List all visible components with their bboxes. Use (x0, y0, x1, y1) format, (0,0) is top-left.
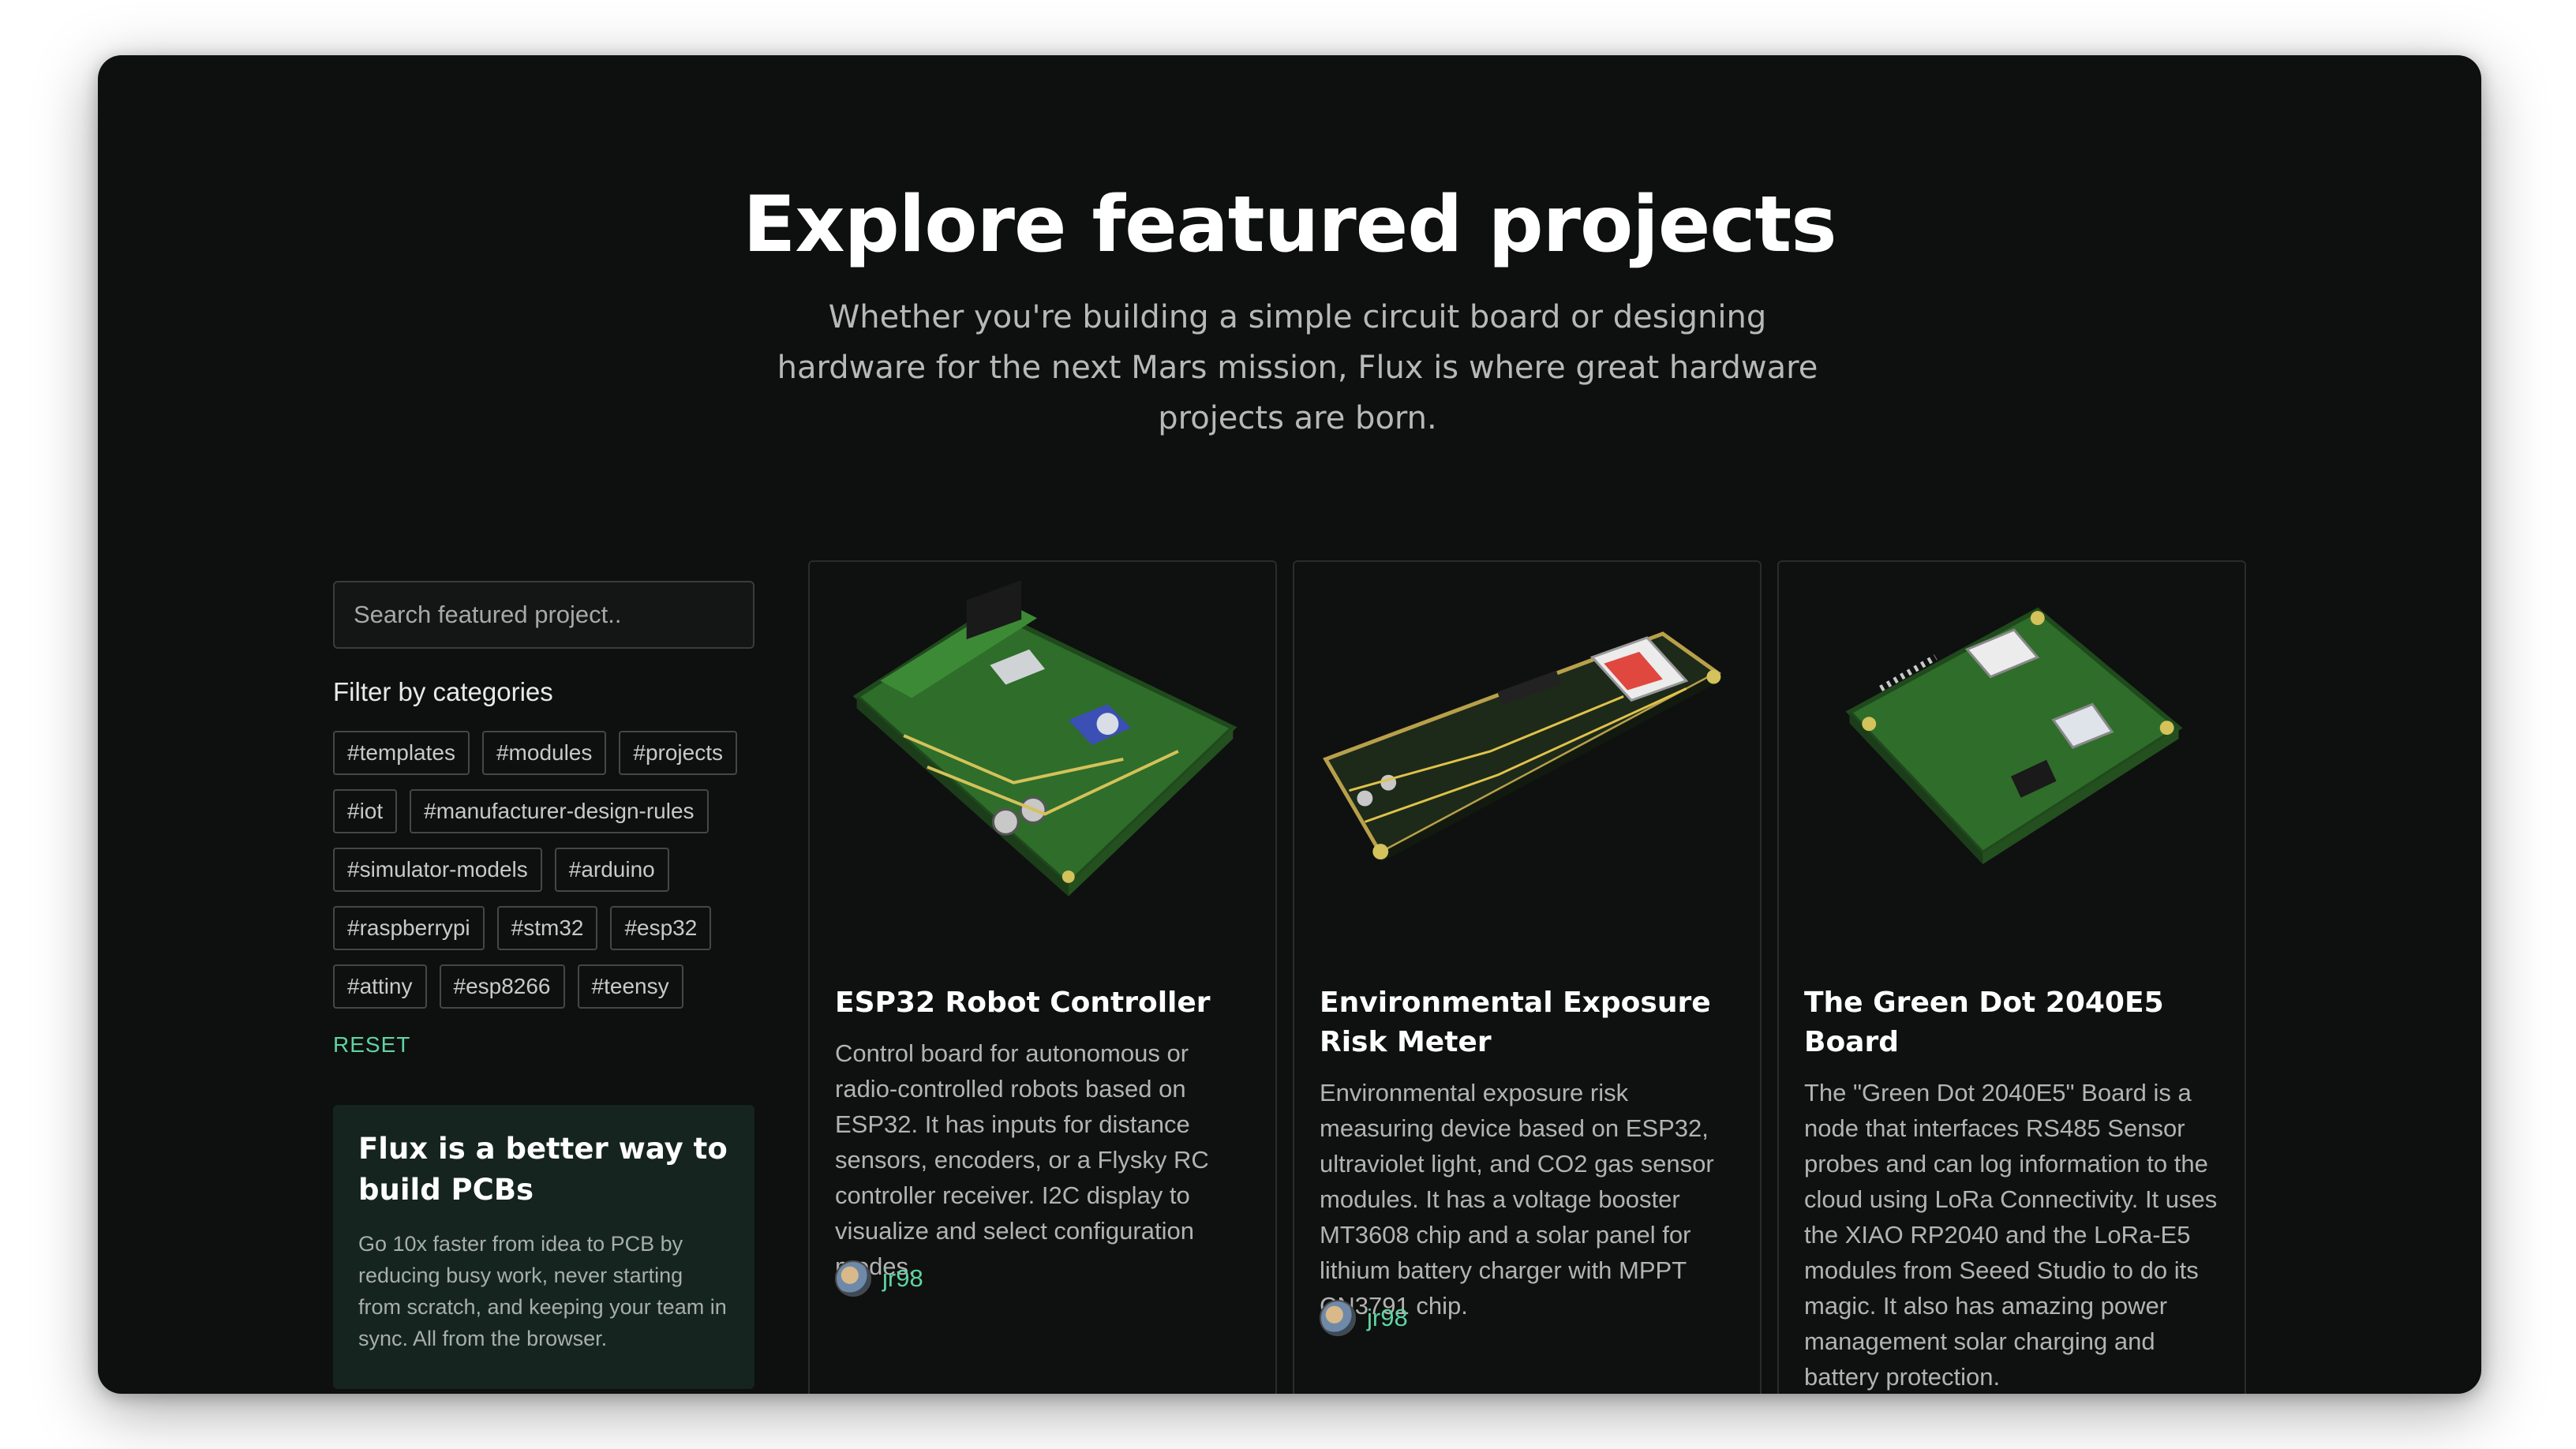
promo-title: Flux is a better way to build PCBs (358, 1132, 728, 1207)
tag-iot[interactable]: #iot (333, 789, 398, 833)
reset-button[interactable]: RESET (333, 1032, 754, 1058)
card-description: The "Green Dot 2040E5" Board is a node t… (1804, 1079, 2218, 1391)
avatar (1320, 1300, 1356, 1336)
card-author[interactable]: jr98 (835, 1260, 923, 1297)
tag-esp32[interactable]: #esp32 (610, 906, 712, 950)
tag-modules[interactable]: #modules (481, 731, 607, 775)
app-window: Explore featured projects Whether you're… (98, 55, 2481, 1394)
promo-body: Go 10x faster from idea to PCB by reduci… (358, 1232, 727, 1350)
tag-arduino[interactable]: #arduino (554, 848, 669, 892)
avatar (835, 1260, 871, 1297)
tag-teensy[interactable]: #teensy (577, 964, 683, 1009)
tag-stm32[interactable]: #stm32 (496, 906, 598, 950)
author-name[interactable]: jr98 (1367, 1304, 1408, 1332)
tag-projects[interactable]: #projects (619, 731, 737, 775)
card-description: Control board for autonomous or radio-co… (835, 1039, 1209, 1280)
promo-card: Flux is a better way to build PCBs Go 10… (333, 1105, 754, 1389)
project-card[interactable]: The Green Dot 2040E5 Board The "Green Do… (1777, 560, 2246, 1394)
project-thumbnail (852, 580, 1237, 897)
tag-templates[interactable]: #templates (333, 731, 470, 775)
tag-manufacturer-design-rules[interactable]: #manufacturer-design-rules (410, 789, 709, 833)
tag-esp8266[interactable]: #esp8266 (439, 964, 565, 1009)
card-title[interactable]: The Green Dot 2040E5 Board (1804, 983, 2222, 1062)
card-title[interactable]: Environmental Exposure Risk Meter (1320, 983, 1738, 1062)
search-input[interactable] (333, 581, 754, 649)
project-thumbnail (1845, 607, 2183, 864)
tag-raspberrypi[interactable]: #raspberrypi (333, 906, 485, 950)
author-name[interactable]: jr98 (882, 1264, 923, 1293)
page-subtitle: Whether you're building a simple circuit… (777, 299, 1818, 436)
card-title[interactable]: ESP32 Robot Controller (835, 983, 1253, 1023)
filter-title: Filter by categories (333, 677, 553, 706)
project-card[interactable]: ESP32 Robot Controller Control board for… (808, 560, 1277, 1394)
card-description: Environmental exposure risk measuring de… (1320, 1079, 1714, 1320)
category-tags: #templates #modules #projects #iot #manu… (333, 731, 759, 1009)
card-author[interactable]: jr98 (1320, 1300, 1408, 1336)
tag-simulator-models[interactable]: #simulator-models (333, 848, 542, 892)
sidebar: Filter by categories #templates #modules… (333, 581, 754, 1389)
page-title: Explore featured projects (743, 180, 1837, 270)
tag-attiny[interactable]: #attiny (333, 964, 427, 1009)
project-thumbnail (1323, 631, 1722, 863)
project-card[interactable]: Environmental Exposure Risk Meter Enviro… (1293, 560, 1762, 1394)
